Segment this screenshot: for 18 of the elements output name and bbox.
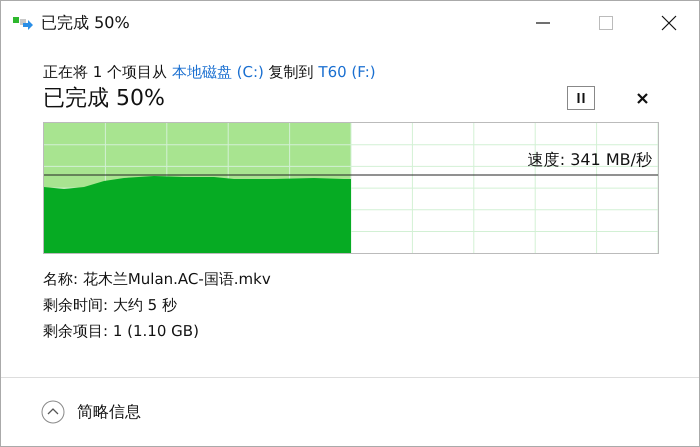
close-icon xyxy=(661,15,677,31)
chevron-up-icon xyxy=(41,400,65,424)
drive-link[interactable]: 本地磁盘 (C:) xyxy=(172,63,264,81)
maximize-icon xyxy=(598,15,614,31)
pause-icon xyxy=(576,93,586,103)
detail-text: 剩余项目: 1 (1.10 GB) xyxy=(43,321,200,342)
close-icon xyxy=(636,92,648,104)
progress-heading: 已完成 50% xyxy=(43,85,165,113)
pause-button[interactable] xyxy=(567,86,595,110)
copy-icon xyxy=(13,15,33,31)
drive-link[interactable]: T60 (F:) xyxy=(318,63,376,81)
minimize-icon xyxy=(536,22,550,24)
window-title: 已完成 50% xyxy=(41,12,130,34)
less-details-button[interactable]: 简略信息 xyxy=(41,400,141,424)
speed-label: 速度: 341 MB/秒 xyxy=(528,150,652,171)
detail-text: 剩余时间: 大约 5 秒 xyxy=(43,295,178,316)
detail-text: 名称: 花木兰Mulan.AC-国语.mkv xyxy=(43,269,272,290)
copy-description: 正在将 1 个项目从 本地磁盘 (C:) 复制到 T60 (F:) xyxy=(43,63,377,82)
